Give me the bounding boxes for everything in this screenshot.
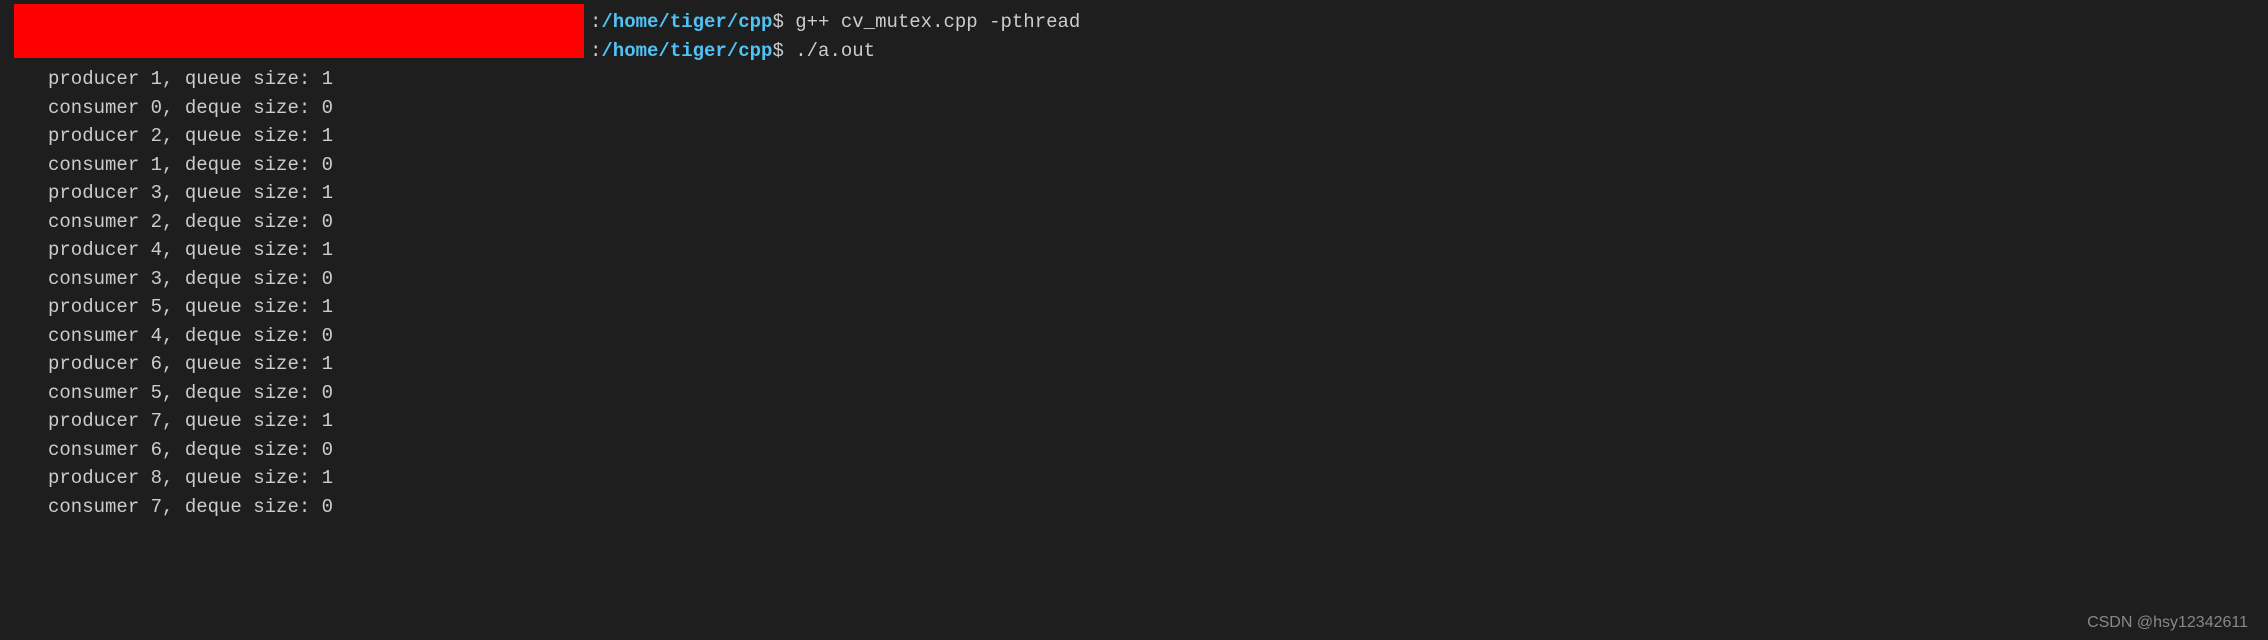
output-line: consumer 7, deque size: 0 — [0, 493, 2268, 522]
prompt-dollar: $ — [772, 11, 783, 33]
output-line: producer 6, queue size: 1 — [0, 350, 2268, 379]
output-line: consumer 3, deque size: 0 — [0, 265, 2268, 294]
output-line: consumer 1, deque size: 0 — [0, 151, 2268, 180]
command-text: g++ cv_mutex.cpp -pthread — [795, 11, 1080, 33]
prompt-dollar: $ — [772, 40, 783, 62]
output-line: consumer 6, deque size: 0 — [0, 436, 2268, 465]
prompt-path: /home/tiger/cpp — [601, 11, 772, 33]
output-line: producer 2, queue size: 1 — [0, 122, 2268, 151]
prompt-path: /home/tiger/cpp — [601, 40, 772, 62]
prompt-colon: : — [590, 11, 601, 33]
redacted-region — [14, 4, 584, 58]
output-line: producer 4, queue size: 1 — [0, 236, 2268, 265]
output-line: consumer 5, deque size: 0 — [0, 379, 2268, 408]
prompt-colon: : — [590, 40, 601, 62]
command-text: ./a.out — [795, 40, 875, 62]
output-line: consumer 0, deque size: 0 — [0, 94, 2268, 123]
output-line: producer 3, queue size: 1 — [0, 179, 2268, 208]
output-line: consumer 2, deque size: 0 — [0, 208, 2268, 237]
terminal-area[interactable]: :/home/tiger/cpp$ g++ cv_mutex.cpp -pthr… — [0, 0, 2268, 521]
output-line: producer 8, queue size: 1 — [0, 464, 2268, 493]
watermark-text: CSDN @hsy12342611 — [2087, 614, 2248, 632]
output-line: producer 5, queue size: 1 — [0, 293, 2268, 322]
output-line: producer 1, queue size: 1 — [0, 65, 2268, 94]
output-line: consumer 4, deque size: 0 — [0, 322, 2268, 351]
output-line: producer 7, queue size: 1 — [0, 407, 2268, 436]
